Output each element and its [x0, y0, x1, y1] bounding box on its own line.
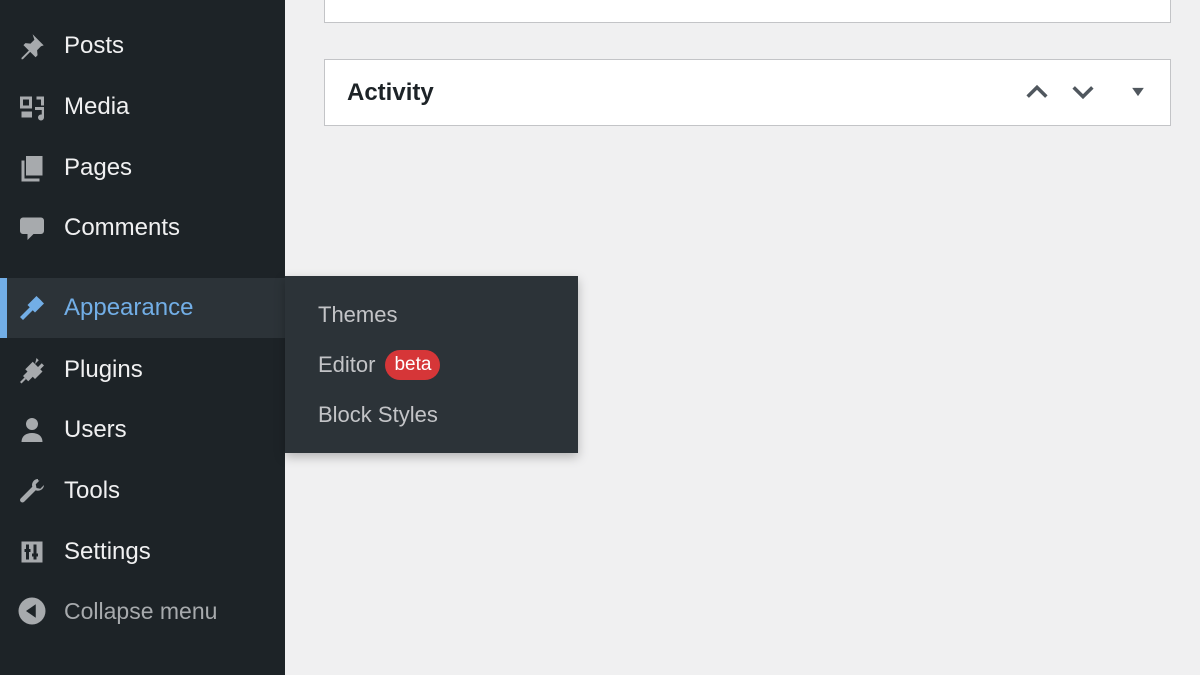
move-down-button[interactable] [1067, 76, 1099, 108]
sidebar-item-posts[interactable]: Posts [0, 16, 285, 76]
comment-icon [16, 212, 48, 244]
toggle-panel-button[interactable] [1122, 76, 1154, 108]
activity-widget: Activity [324, 59, 1171, 126]
media-icon [16, 91, 48, 123]
pin-icon [16, 30, 48, 62]
sidebar-item-label: Posts [64, 32, 125, 59]
submenu-item-label: Block Styles [318, 402, 438, 427]
sidebar-item-label: Tools [64, 477, 121, 504]
sidebar-item-plugins[interactable]: Plugins [0, 340, 285, 400]
submenu-item-editor[interactable]: Editor beta [318, 348, 441, 382]
collapse-menu-button[interactable]: Collapse menu [0, 581, 285, 641]
submenu-item-label: Themes [318, 302, 398, 327]
activity-widget-title: Activity [347, 78, 434, 106]
collapse-menu-label: Collapse menu [64, 597, 218, 624]
sidebar-item-label: Settings [64, 538, 151, 565]
sidebar-item-appearance[interactable]: Appearance [0, 278, 285, 338]
dashboard-widget-top [324, 0, 1171, 23]
sidebar-item-settings[interactable]: Settings [0, 522, 285, 582]
collapse-arrow-icon [16, 595, 48, 627]
sidebar-item-users[interactable]: Users [0, 400, 285, 460]
sidebar-item-media[interactable]: Media [0, 77, 285, 137]
move-up-button[interactable] [1021, 76, 1053, 108]
appearance-submenu: Themes Editor beta Block Styles [285, 276, 578, 453]
plugin-icon [16, 354, 48, 386]
admin-sidebar: Posts Media Pages Comments Appearance Pl… [0, 0, 285, 675]
sidebar-item-label: Users [64, 416, 127, 443]
sidebar-item-label: Pages [64, 154, 133, 181]
settings-icon [16, 536, 48, 568]
submenu-item-themes[interactable]: Themes [318, 298, 397, 332]
beta-badge: beta [385, 350, 441, 380]
user-icon [16, 414, 48, 446]
sidebar-item-label: Media [64, 93, 130, 120]
chevron-up-icon [1026, 84, 1048, 98]
submenu-item-block-styles[interactable]: Block Styles [318, 398, 438, 432]
wrench-icon [16, 475, 48, 507]
sidebar-item-pages[interactable]: Pages [0, 138, 285, 198]
chevron-down-icon [1072, 86, 1094, 100]
sidebar-item-comments[interactable]: Comments [0, 198, 285, 258]
submenu-item-label: Editor [318, 352, 376, 377]
sidebar-item-label: Plugins [64, 356, 143, 383]
caret-down-icon [1132, 87, 1144, 97]
pages-icon [16, 152, 48, 184]
paintbrush-icon [16, 292, 48, 324]
sidebar-item-label: Comments [64, 214, 181, 241]
sidebar-item-label: Appearance [64, 294, 194, 321]
sidebar-item-tools[interactable]: Tools [0, 461, 285, 521]
flyout-pointer [271, 300, 285, 324]
